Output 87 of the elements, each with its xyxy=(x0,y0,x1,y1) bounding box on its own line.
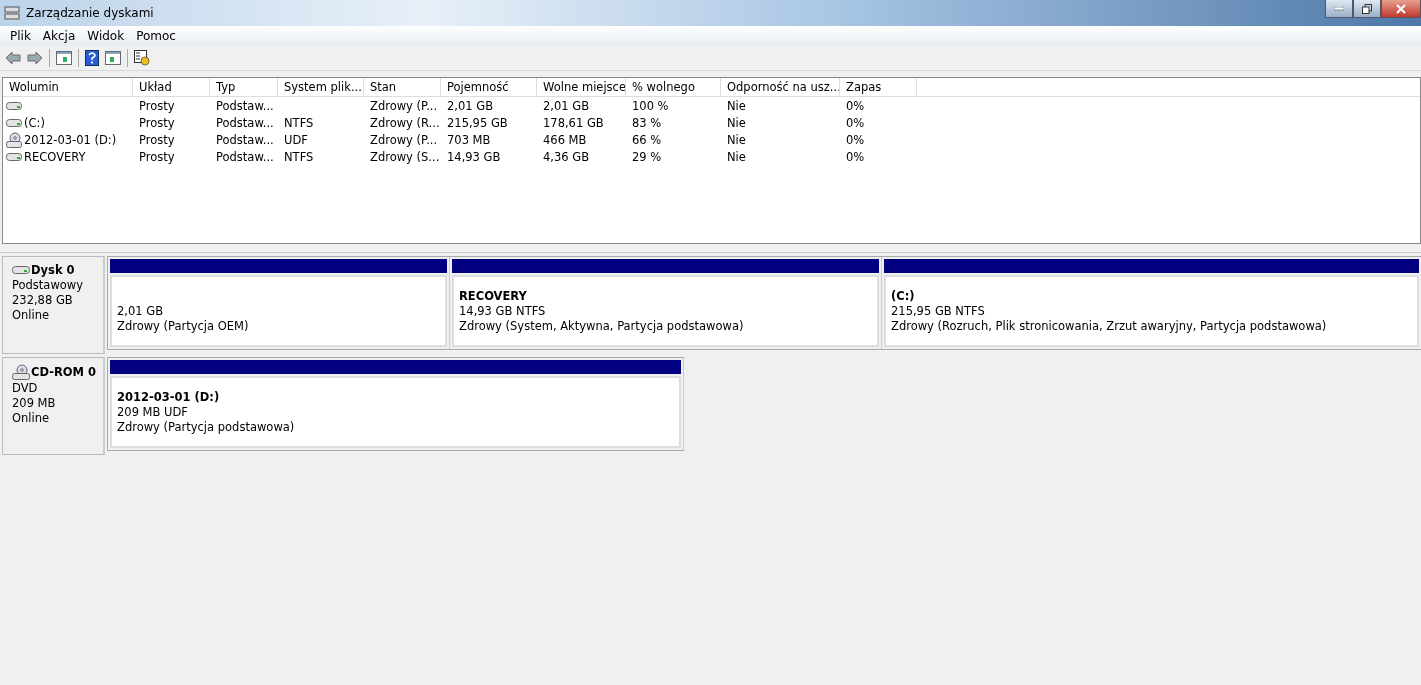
partition-status: Zdrowy (System, Aktywna, Partycja podstawowa) xyxy=(459,319,745,333)
close-button[interactable] xyxy=(1381,0,1421,18)
table-cell: UDF xyxy=(284,132,308,147)
partition-status: Zdrowy (Rozruch, Plik stronicowania, Zrzut awaryjny, Partycja podstawowa) xyxy=(891,319,1328,333)
disk-status: Online xyxy=(12,411,51,425)
cd-drive-icon xyxy=(6,131,22,148)
table-cell: Nie xyxy=(727,132,746,147)
table-cell: Podstaw... xyxy=(216,98,274,113)
drive-icon xyxy=(12,266,30,274)
drive-icon xyxy=(6,152,22,161)
window-title: Zarządzanie dyskami xyxy=(26,6,154,20)
partition-name: (C:) xyxy=(891,289,916,303)
menu-item[interactable]: Plik xyxy=(4,29,37,43)
table-cell: NTFS xyxy=(284,149,314,164)
forward-icon[interactable] xyxy=(27,51,43,65)
partition-size: 2,01 GB xyxy=(117,304,165,318)
menu-item[interactable]: Akcja xyxy=(36,29,82,43)
disk-label-panel[interactable]: CD-ROM 0 DVD 209 MB Online xyxy=(2,357,105,455)
table-cell: Nie xyxy=(727,149,746,164)
table-cell: Zdrowy (P... xyxy=(370,132,438,147)
minimize-button[interactable] xyxy=(1325,0,1353,18)
table-cell: NTFS xyxy=(284,115,314,130)
disk-size: 209 MB xyxy=(12,396,57,410)
disk-type: Podstawowy xyxy=(12,278,85,292)
table-cell: 100 % xyxy=(632,98,669,113)
cd-drive-icon xyxy=(12,364,30,380)
partition-name: 2012-03-01 (D:) xyxy=(117,390,221,404)
table-cell: 0% xyxy=(846,115,865,130)
drive-icon xyxy=(6,101,22,110)
table-cell: 2,01 GB xyxy=(543,98,590,113)
volume-name: (C:) xyxy=(24,115,45,130)
table-cell: Prosty xyxy=(139,149,175,164)
table-cell: 703 MB xyxy=(447,132,491,147)
partition-size: 209 MB UDF xyxy=(117,405,189,419)
menu-item[interactable]: Widok xyxy=(81,29,131,43)
table-cell: 2,01 GB xyxy=(447,98,494,113)
partition-size: 215,95 GB NTFS xyxy=(891,304,986,318)
minimize-icon xyxy=(1334,6,1344,11)
menu-item[interactable]: Pomoc xyxy=(130,29,182,43)
disk-name: CD-ROM 0 xyxy=(31,365,97,379)
partition-block[interactable]: 2012-03-01 (D:) 209 MB UDF Zdrowy (Partycja podstawowa) xyxy=(110,376,681,448)
table-cell: 466 MB xyxy=(543,132,587,147)
disk-label-panel[interactable]: Dysk 0 Podstawowy 232,88 GB Online xyxy=(2,256,105,354)
partition-name: RECOVERY xyxy=(459,289,528,303)
console-tree-icon[interactable] xyxy=(56,51,72,65)
partition-block[interactable]: RECOVERY 14,93 GB NTFS Zdrowy (System, Aktywna, Partycja podstawowa) xyxy=(452,275,879,347)
table-cell: 14,93 GB xyxy=(447,149,501,164)
table-cell: Podstaw... xyxy=(216,115,274,130)
volume-name: RECOVERY xyxy=(24,149,86,164)
partition-block[interactable]: (C:) 215,95 GB NTFS Zdrowy (Rozruch, Plik stronicowania, Zrzut awaryjny, Partycja podstawowa) xyxy=(884,275,1419,347)
help-icon[interactable] xyxy=(85,50,99,66)
table-cell: Nie xyxy=(727,98,746,113)
table-cell: Podstaw... xyxy=(216,149,274,164)
table-cell: Prosty xyxy=(139,98,175,113)
table-cell: 83 % xyxy=(632,115,662,130)
table-cell: Nie xyxy=(727,115,746,130)
disk-size: 232,88 GB xyxy=(12,293,74,307)
table-cell: 178,61 GB xyxy=(543,115,604,130)
disk-name: Dysk 0 xyxy=(31,263,75,277)
table-cell: 0% xyxy=(846,98,865,113)
table-cell: Zdrowy (P... xyxy=(370,98,438,113)
table-cell: Podstaw... xyxy=(216,132,274,147)
action-pane-icon[interactable] xyxy=(105,51,121,65)
table-cell: 0% xyxy=(846,149,865,164)
partition-status: Zdrowy (Partycja podstawowa) xyxy=(117,420,296,434)
table-cell: Prosty xyxy=(139,115,175,130)
table-cell: 29 % xyxy=(632,149,662,164)
properties-icon[interactable] xyxy=(134,50,150,66)
back-icon[interactable] xyxy=(5,51,21,65)
close-icon xyxy=(1396,3,1406,14)
table-cell: 0% xyxy=(846,132,865,147)
disk-status: Online xyxy=(12,308,51,322)
table-cell: 4,36 GB xyxy=(543,149,590,164)
table-cell: Prosty xyxy=(139,132,175,147)
disk-management-icon xyxy=(4,6,20,20)
restore-button[interactable] xyxy=(1353,0,1381,18)
volume-name: 2012-03-01 (D:) xyxy=(24,132,117,147)
partition-status: Zdrowy (Partycja OEM) xyxy=(117,319,250,333)
partition-size: 14,93 GB NTFS xyxy=(459,304,547,318)
table-cell: Zdrowy (R... xyxy=(370,115,440,130)
drive-icon xyxy=(6,118,22,127)
disk-type: DVD xyxy=(12,381,39,395)
restore-icon xyxy=(1362,3,1372,14)
table-cell: 215,95 GB xyxy=(447,115,508,130)
partition-block[interactable]: 2,01 GB Zdrowy (Partycja OEM) xyxy=(110,275,447,347)
table-cell: Zdrowy (S... xyxy=(370,149,440,164)
table-cell: 66 % xyxy=(632,132,662,147)
